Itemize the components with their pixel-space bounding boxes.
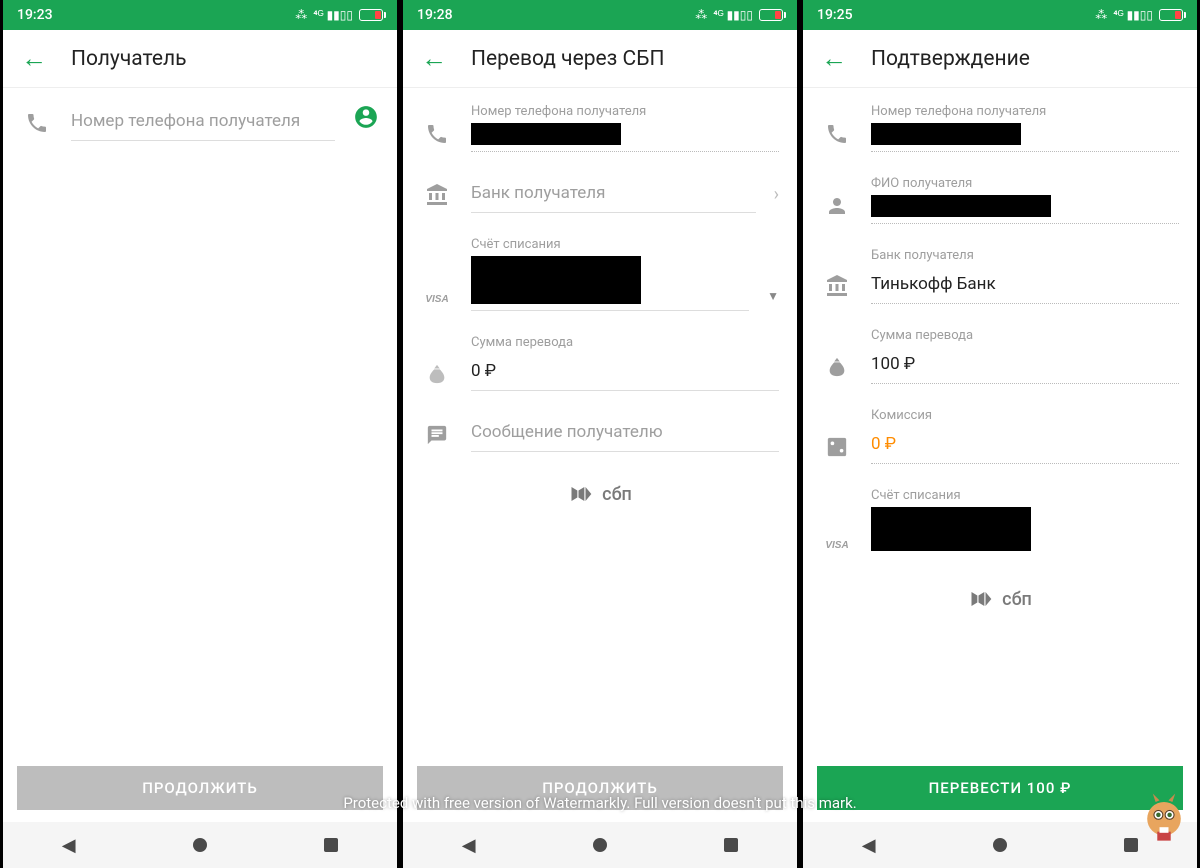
phone-icon [21, 111, 53, 141]
message-icon [421, 424, 453, 452]
footer: ПРОДОЛЖИТЬ [3, 754, 397, 822]
redacted-account [471, 256, 641, 304]
redacted-phone [871, 123, 1021, 145]
app-bar: ← Подтверждение [803, 30, 1197, 88]
screen-transfer-form: 19:28 ⁂ ⁴ᴳ ▮▮▯▯ ← Перевод через СБП Номе… [400, 0, 800, 868]
visa-icon: VISA [821, 540, 853, 557]
content: Номер телефона получателя Банк получател… [403, 88, 797, 754]
nav-back[interactable]: ◀ [62, 835, 76, 856]
continue-button[interactable]: ПРОДОЛЖИТЬ [417, 766, 783, 810]
phone-row: Номер телефона получателя [821, 88, 1179, 160]
redacted-name [871, 195, 1051, 217]
page-title: Подтверждение [871, 47, 1030, 71]
status-bar: 19:23 ⁂ ⁴ᴳ ▮▮▯▯ [3, 0, 397, 30]
nav-home[interactable] [993, 838, 1007, 852]
money-bag-icon [421, 363, 453, 391]
phone-field: Номер телефона получателя [871, 104, 1179, 152]
footer: ПРОДОЛЖИТЬ [403, 754, 797, 822]
phone-row: Номер телефона получателя [421, 88, 779, 160]
nav-home[interactable] [593, 838, 607, 852]
bank-row[interactable]: Банк получателя › [421, 160, 779, 221]
contact-picker-button[interactable] [353, 104, 379, 141]
back-button[interactable]: ← [21, 43, 47, 74]
chevron-right-icon: › [774, 184, 779, 213]
name-row: ФИО получателя [821, 160, 1179, 232]
page-title: Получатель [71, 47, 187, 71]
battery-icon [1159, 9, 1183, 21]
phone-icon [421, 122, 453, 152]
network-icon: ⁴ᴳ ▮▮▯▯ [1113, 8, 1153, 22]
status-icons: ⁂ ⁴ᴳ ▮▮▯▯ [695, 8, 783, 22]
screen-confirmation: 19:25 ⁂ ⁴ᴳ ▮▮▯▯ ← Подтверждение Номер те… [800, 0, 1200, 868]
phone-input[interactable]: Номер телефона получателя [71, 104, 335, 141]
bank-row: Банк получателя Тинькофф Банк [821, 232, 1179, 312]
nav-bar: ◀ [3, 822, 397, 868]
name-field: ФИО получателя [871, 176, 1179, 224]
content: Номер телефона получателя ФИО получателя… [803, 88, 1197, 754]
phone-field[interactable]: Номер телефона получателя [471, 104, 779, 152]
percent-icon [821, 436, 853, 464]
page-title: Перевод через СБП [471, 47, 664, 71]
status-time: 19:28 [417, 7, 453, 23]
status-icons: ⁂ ⁴ᴳ ▮▮▯▯ [295, 8, 383, 22]
account-field: Счёт списания [871, 488, 1179, 557]
continue-button[interactable]: ПРОДОЛЖИТЬ [17, 766, 383, 810]
sbp-logo: сбп [421, 480, 779, 508]
sbp-logo: сбп [821, 585, 1179, 613]
visa-icon: VISA [421, 294, 453, 311]
message-row[interactable]: Сообщение получателю [421, 399, 779, 460]
fee-row: Комиссия 0 ₽ [821, 392, 1179, 472]
back-button[interactable]: ← [821, 43, 847, 74]
network-icon: ⁴ᴳ ▮▮▯▯ [713, 8, 753, 22]
mascot-icon [1136, 788, 1192, 844]
nav-recent[interactable] [324, 838, 338, 852]
redacted-account [871, 507, 1031, 551]
screen-recipient: 19:23 ⁂ ⁴ᴳ ▮▮▯▯ ← Получатель Номер телеф… [0, 0, 400, 868]
amount-field: Сумма перевода 100 ₽ [871, 328, 1179, 384]
network-icon: ⁴ᴳ ▮▮▯▯ [313, 8, 353, 22]
battery-icon [759, 9, 783, 21]
bank-icon [421, 183, 453, 213]
nav-bar: ◀ [403, 822, 797, 868]
account-field: Счёт списания [471, 237, 749, 311]
caret-down-icon: ▼ [767, 289, 779, 311]
amount-row[interactable]: Сумма перевода 0 ₽ [421, 319, 779, 399]
account-row[interactable]: VISA Счёт списания ▼ [421, 221, 779, 319]
amount-field: Сумма перевода 0 ₽ [471, 335, 779, 391]
status-time: 19:25 [817, 7, 853, 23]
nav-back[interactable]: ◀ [862, 835, 876, 856]
bluetooth-icon: ⁂ [295, 8, 307, 22]
status-bar: 19:25 ⁂ ⁴ᴳ ▮▮▯▯ [803, 0, 1197, 30]
back-button[interactable]: ← [421, 43, 447, 74]
nav-home[interactable] [193, 838, 207, 852]
nav-back[interactable]: ◀ [462, 835, 476, 856]
transfer-button[interactable]: ПЕРЕВЕСТИ 100 ₽ [817, 766, 1183, 810]
content: Номер телефона получателя [3, 88, 397, 754]
message-field: Сообщение получателю [471, 415, 779, 452]
status-icons: ⁂ ⁴ᴳ ▮▮▯▯ [1095, 8, 1183, 22]
account-row: VISA Счёт списания [821, 472, 1179, 565]
bank-icon [821, 274, 853, 304]
nav-recent[interactable] [724, 838, 738, 852]
money-bag-icon [821, 356, 853, 384]
redacted-phone [471, 123, 621, 145]
phone-icon [821, 122, 853, 152]
bluetooth-icon: ⁂ [695, 8, 707, 22]
amount-row: Сумма перевода 100 ₽ [821, 312, 1179, 392]
status-time: 19:23 [17, 7, 53, 23]
app-bar: ← Получатель [3, 30, 397, 88]
fee-field: Комиссия 0 ₽ [871, 408, 1179, 464]
phone-input-row: Номер телефона получателя [21, 88, 379, 149]
bank-field: Банк получателя [471, 176, 756, 213]
battery-icon [359, 9, 383, 21]
app-bar: ← Перевод через СБП [403, 30, 797, 88]
status-bar: 19:28 ⁂ ⁴ᴳ ▮▮▯▯ [403, 0, 797, 30]
bluetooth-icon: ⁂ [1095, 8, 1107, 22]
person-icon [821, 194, 853, 224]
bank-field: Банк получателя Тинькофф Банк [871, 248, 1179, 304]
